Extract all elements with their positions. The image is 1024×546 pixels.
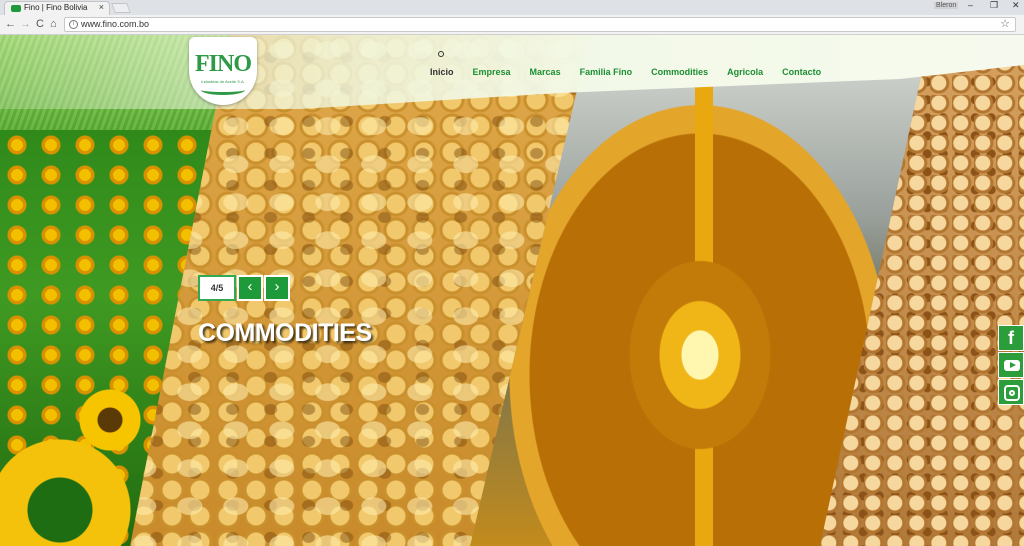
- instagram-icon[interactable]: [998, 379, 1024, 405]
- youtube-icon-shape: [1004, 360, 1020, 371]
- next-slide-button[interactable]: ›: [264, 275, 290, 301]
- menu-item-contacto[interactable]: Contacto: [782, 67, 821, 77]
- facebook-icon[interactable]: f: [998, 325, 1024, 351]
- browser-toolbar: ← → C ⌂ i www.fino.com.bo ☆: [0, 15, 1024, 35]
- menu-item-agricola[interactable]: Agricola: [727, 67, 763, 77]
- profile-name[interactable]: Bleron: [934, 2, 959, 9]
- reload-button[interactable]: C: [36, 18, 44, 30]
- info-icon[interactable]: i: [69, 20, 78, 29]
- prev-slide-button[interactable]: ‹: [237, 275, 263, 301]
- minimize-button[interactable]: –: [968, 0, 973, 10]
- tab-title: Fino | Fino Bolivia: [24, 3, 88, 12]
- bookmark-star-icon[interactable]: ☆: [1000, 17, 1010, 30]
- logo-swoosh-icon: [201, 85, 245, 95]
- home-button[interactable]: ⌂: [50, 18, 57, 30]
- slide-title: COMMODITIES: [198, 319, 372, 347]
- menu-item-familia-fino[interactable]: Familia Fino: [580, 67, 633, 77]
- website-page: FINO Industrias de Aceite S.A. Inicio Em…: [0, 35, 1024, 546]
- menu-active-indicator-icon: [438, 51, 444, 57]
- address-bar[interactable]: i www.fino.com.bo ☆: [64, 17, 1016, 32]
- browser-tabbar: Fino | Fino Bolivia × Bleron – ❐ ✕: [0, 0, 1024, 15]
- menu-item-empresa[interactable]: Empresa: [473, 67, 511, 77]
- logo-text: FINO: [195, 51, 252, 77]
- back-button[interactable]: ←: [5, 18, 16, 30]
- favicon-icon: [11, 5, 21, 12]
- camera-lens-icon: [1009, 390, 1015, 396]
- close-window-button[interactable]: ✕: [1012, 0, 1020, 11]
- fino-logo[interactable]: FINO Industrias de Aceite S.A.: [189, 37, 257, 105]
- main-menu: Inicio Empresa Marcas Familia Fino Commo…: [430, 67, 840, 77]
- new-tab-button[interactable]: [111, 3, 131, 13]
- logo-subtitle: Industrias de Aceite S.A.: [201, 79, 245, 84]
- menu-item-commodities[interactable]: Commodities: [651, 67, 708, 77]
- forward-button[interactable]: →: [20, 18, 31, 30]
- instagram-icon-shape: [1004, 385, 1020, 401]
- browser-tab[interactable]: Fino | Fino Bolivia ×: [4, 1, 110, 15]
- url-text[interactable]: www.fino.com.bo: [81, 19, 149, 29]
- maximize-button[interactable]: ❐: [990, 0, 998, 11]
- slide-counter: 4/5: [198, 275, 236, 301]
- play-icon: [1010, 362, 1016, 368]
- tab-close-icon[interactable]: ×: [99, 2, 104, 12]
- menu-item-marcas[interactable]: Marcas: [530, 67, 561, 77]
- youtube-icon[interactable]: [998, 352, 1024, 378]
- menu-item-inicio[interactable]: Inicio: [430, 67, 454, 77]
